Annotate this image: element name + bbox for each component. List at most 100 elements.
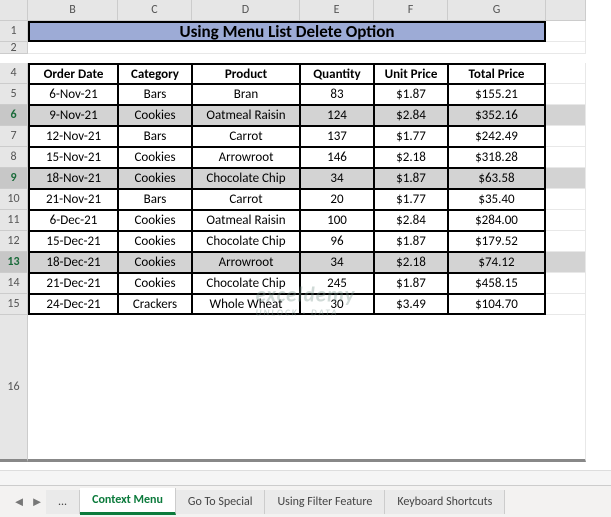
table-cell[interactable]: $104.70 [448, 294, 546, 315]
empty-cell[interactable] [546, 126, 586, 147]
row-header[interactable]: 1 [0, 21, 28, 42]
table-cell[interactable]: $2.18 [374, 147, 448, 168]
table-cell[interactable]: 21-Dec-21 [28, 273, 118, 294]
table-cell[interactable]: $179.52 [448, 231, 546, 252]
col-header[interactable]: F [374, 0, 448, 21]
row-header[interactable]: 2 [0, 42, 28, 54]
tab-context-menu[interactable]: Context Menu [80, 488, 176, 515]
table-cell[interactable]: $35.40 [448, 189, 546, 210]
empty-cell[interactable] [546, 294, 586, 315]
col-header[interactable]: D [192, 0, 300, 21]
spreadsheet-grid[interactable]: B C D E F G 1 Using Menu List Delete Opt… [0, 0, 611, 336]
table-cell[interactable]: $74.12 [448, 252, 546, 273]
table-cell[interactable]: $318.28 [448, 147, 546, 168]
row-header[interactable]: 7 [0, 126, 28, 147]
table-cell[interactable]: 100 [300, 210, 374, 231]
table-cell[interactable]: $1.87 [374, 273, 448, 294]
empty-cell[interactable] [546, 147, 586, 168]
row-header[interactable]: 10 [0, 189, 28, 210]
empty-cell[interactable] [546, 21, 586, 42]
tab-go-to-special[interactable]: Go To Special [176, 490, 266, 514]
table-cell[interactable]: $1.77 [374, 189, 448, 210]
table-cell[interactable]: Cookies [118, 147, 192, 168]
table-cell[interactable]: Cookies [118, 252, 192, 273]
empty-cell[interactable] [546, 189, 586, 210]
table-cell[interactable]: Cookies [118, 168, 192, 189]
table-cell[interactable]: 34 [300, 168, 374, 189]
empty-cell[interactable] [546, 273, 586, 294]
row-header[interactable]: 14 [0, 273, 28, 294]
row-header[interactable]: 15 [0, 294, 28, 315]
table-cell[interactable]: 124 [300, 105, 374, 126]
col-header[interactable]: G [448, 0, 546, 21]
empty-cell[interactable] [546, 84, 586, 105]
empty-cell[interactable] [546, 63, 586, 84]
table-cell[interactable]: 6-Dec-21 [28, 210, 118, 231]
empty-cell[interactable] [546, 252, 586, 273]
table-cell[interactable]: $3.49 [374, 294, 448, 315]
table-cell[interactable]: Arrowroot [192, 147, 300, 168]
table-cell[interactable]: $352.16 [448, 105, 546, 126]
row-header[interactable]: 4 [0, 63, 28, 84]
table-cell[interactable]: Cookies [118, 231, 192, 252]
table-cell[interactable]: Carrot [192, 189, 300, 210]
table-cell[interactable]: 30 [300, 294, 374, 315]
row-header[interactable]: 6 [0, 105, 28, 126]
table-cell[interactable]: 137 [300, 126, 374, 147]
tab-keyboard-shortcuts[interactable]: Keyboard Shortcuts [385, 490, 505, 514]
table-cell[interactable]: Bars [118, 126, 192, 147]
horizontal-scrollbar[interactable] [0, 470, 611, 485]
empty-cell[interactable] [546, 168, 586, 189]
table-cell[interactable]: 18-Dec-21 [28, 252, 118, 273]
table-cell[interactable]: $1.77 [374, 126, 448, 147]
table-cell[interactable]: $63.58 [448, 168, 546, 189]
table-cell[interactable]: Cookies [118, 105, 192, 126]
col-header[interactable] [546, 0, 586, 21]
nav-next-icon[interactable]: ► [28, 491, 46, 513]
table-cell[interactable]: $2.84 [374, 210, 448, 231]
table-cell[interactable]: 12-Nov-21 [28, 126, 118, 147]
table-cell[interactable]: 18-Nov-21 [28, 168, 118, 189]
row-header[interactable]: 11 [0, 210, 28, 231]
table-cell[interactable]: $155.21 [448, 84, 546, 105]
col-header[interactable]: B [28, 0, 118, 21]
row-header[interactable]: 13 [0, 252, 28, 273]
row-header[interactable]: 16 [0, 315, 28, 462]
table-cell[interactable]: $1.87 [374, 84, 448, 105]
table-cell[interactable]: $284.00 [448, 210, 546, 231]
table-cell[interactable]: $458.15 [448, 273, 546, 294]
table-cell[interactable]: Oatmeal Raisin [192, 105, 300, 126]
table-cell[interactable]: Chocolate Chip [192, 273, 300, 294]
table-cell[interactable]: 34 [300, 252, 374, 273]
table-cell[interactable]: 96 [300, 231, 374, 252]
table-cell[interactable]: 146 [300, 147, 374, 168]
table-cell[interactable]: Cookies [118, 273, 192, 294]
table-cell[interactable]: Chocolate Chip [192, 168, 300, 189]
empty-cell[interactable] [546, 210, 586, 231]
row-header[interactable]: 5 [0, 84, 28, 105]
col-header[interactable]: E [300, 0, 374, 21]
table-cell[interactable]: $242.49 [448, 126, 546, 147]
table-cell[interactable]: 15-Dec-21 [28, 231, 118, 252]
col-header[interactable]: C [118, 0, 192, 21]
empty-cell[interactable] [546, 105, 586, 126]
table-cell[interactable]: Chocolate Chip [192, 231, 300, 252]
table-cell[interactable]: Cookies [118, 210, 192, 231]
table-cell[interactable]: Crackers [118, 294, 192, 315]
table-cell[interactable]: 245 [300, 273, 374, 294]
row-header[interactable]: 12 [0, 231, 28, 252]
table-cell[interactable]: $1.87 [374, 168, 448, 189]
table-cell[interactable]: Bars [118, 189, 192, 210]
tab-using-filter[interactable]: Using Filter Feature [265, 490, 385, 514]
table-cell[interactable]: Oatmeal Raisin [192, 210, 300, 231]
table-cell[interactable]: $1.87 [374, 231, 448, 252]
row-header[interactable]: 9 [0, 168, 28, 189]
row-header[interactable]: 8 [0, 147, 28, 168]
tab-more[interactable]: ... [46, 490, 80, 514]
table-cell[interactable]: $2.18 [374, 252, 448, 273]
table-cell[interactable]: Arrowroot [192, 252, 300, 273]
table-cell[interactable]: $2.84 [374, 105, 448, 126]
table-cell[interactable]: Whole Wheat [192, 294, 300, 315]
empty-cell[interactable] [28, 42, 586, 54]
table-cell[interactable]: 21-Nov-21 [28, 189, 118, 210]
